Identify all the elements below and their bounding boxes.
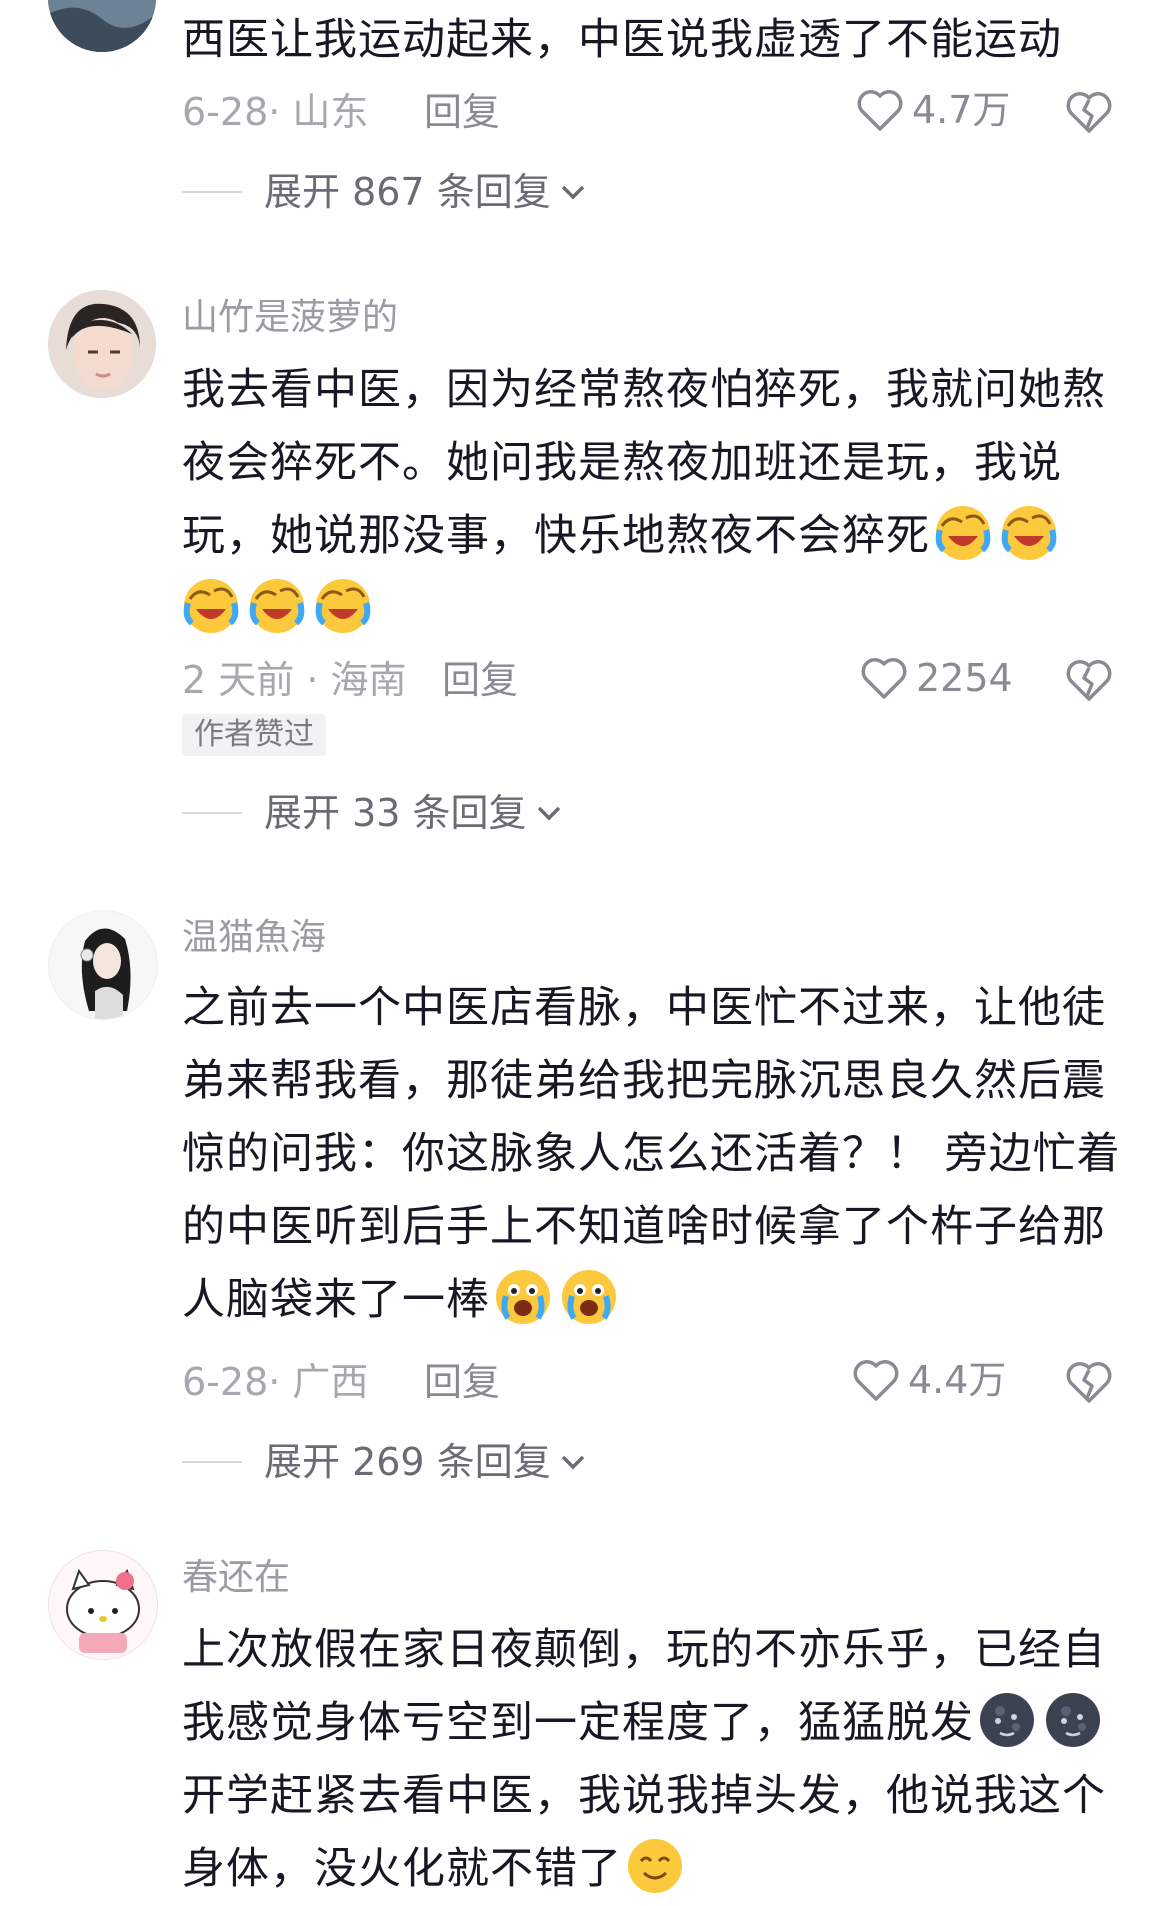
- chevron-down-icon: [559, 1452, 587, 1472]
- laugh-cry-emoji: [1000, 504, 1058, 562]
- reply-button[interactable]: 回复: [442, 656, 518, 704]
- expand-replies-label: 展开 269 条回复: [264, 1440, 551, 1484]
- like-count: 4.4万: [908, 1358, 1007, 1402]
- comment-username[interactable]: 春还在: [182, 1556, 290, 1600]
- divider-line: [182, 1461, 242, 1463]
- expand-replies-button[interactable]: 展开 33 条回复: [182, 789, 563, 837]
- broken-heart-icon: [1064, 656, 1114, 704]
- avatar-image: [48, 290, 156, 398]
- dislike-button[interactable]: [1064, 88, 1114, 136]
- comment-username[interactable]: 温猫魚海: [182, 916, 326, 960]
- heart-outline-icon: [860, 655, 908, 701]
- comment-date-location: 6-28· 山东: [182, 90, 369, 134]
- avatar-image: [48, 0, 156, 52]
- moon-face-emoji: [978, 1691, 1036, 1749]
- avatar[interactable]: [48, 1550, 158, 1660]
- expand-replies-button[interactable]: 展开 269 条回复: [182, 1438, 587, 1486]
- like-count: 2254: [916, 656, 1013, 700]
- smile-emoji: [626, 1837, 684, 1895]
- heart-outline-icon: [856, 87, 904, 133]
- comment-date-location: 2 天前 · 海南: [182, 658, 407, 702]
- moon-face-emoji: [1044, 1691, 1102, 1749]
- dislike-button[interactable]: [1064, 656, 1114, 704]
- shocked-cry-emoji: [494, 1268, 552, 1326]
- laugh-cry-emoji: [182, 577, 240, 635]
- author-liked-badge: 作者赞过: [182, 714, 326, 756]
- comment-text-block: 我去看中医，因为经常熬夜怕猝死，我就问她熬夜会猝死不。她问我是熬夜加班还是玩，我…: [182, 354, 1122, 646]
- avatar[interactable]: [48, 910, 158, 1020]
- shocked-cry-emoji: [560, 1268, 618, 1326]
- comment-text: 上次放假在家日夜颠倒，玩的不亦乐乎，已经自我感觉身体亏空到一定程度了，猛猛脱发: [182, 1625, 1106, 1748]
- comment-date-location: 6-28· 广西: [182, 1360, 369, 1404]
- avatar-image: [49, 1551, 157, 1659]
- broken-heart-icon: [1064, 1358, 1114, 1406]
- avatar-image: [49, 911, 157, 1019]
- divider-line: [182, 812, 242, 814]
- avatar[interactable]: [48, 0, 156, 52]
- reply-button[interactable]: 回复: [424, 88, 500, 136]
- comment-text: 西医让我运动起来，中医说我虚透了不能运动: [182, 15, 1062, 65]
- broken-heart-icon: [1064, 88, 1114, 136]
- like-button[interactable]: 4.4万: [852, 1356, 1006, 1404]
- expand-replies-label: 展开 33 条回复: [264, 791, 527, 835]
- comment-item: 西医让我运动起来，中医说我虚透了不能运动 6-28· 山东 回复 4.7万 展开…: [0, 0, 1154, 230]
- laugh-cry-emoji: [314, 577, 372, 635]
- reply-button[interactable]: 回复: [424, 1358, 500, 1406]
- comment-text: 之前去一个中医店看脉，中医忙不过来，让他徒弟来帮我看，那徒弟给我把完脉沉思良久然…: [182, 983, 1121, 1325]
- laugh-cry-emoji: [248, 577, 306, 635]
- comment-username[interactable]: 山竹是菠萝的: [182, 296, 398, 340]
- chevron-down-icon: [559, 182, 587, 202]
- laugh-cry-emoji: [934, 504, 992, 562]
- divider-line: [182, 191, 242, 193]
- expand-replies-label: 展开 867 条回复: [264, 170, 551, 214]
- chevron-down-icon: [535, 803, 563, 823]
- like-button[interactable]: 2254: [860, 654, 1013, 702]
- comment-text-block: 之前去一个中医店看脉，中医忙不过来，让他徒弟来帮我看，那徒弟给我把完脉沉思良久然…: [182, 972, 1122, 1337]
- comment-text-block: 上次放假在家日夜颠倒，玩的不亦乐乎，已经自我感觉身体亏空到一定程度了，猛猛脱发开…: [182, 1614, 1122, 1906]
- like-button[interactable]: 4.7万: [856, 86, 1010, 134]
- avatar[interactable]: [48, 290, 156, 398]
- like-count: 4.7万: [912, 88, 1011, 132]
- dislike-button[interactable]: [1064, 1358, 1114, 1406]
- expand-replies-button[interactable]: 展开 867 条回复: [182, 168, 587, 216]
- heart-outline-icon: [852, 1357, 900, 1403]
